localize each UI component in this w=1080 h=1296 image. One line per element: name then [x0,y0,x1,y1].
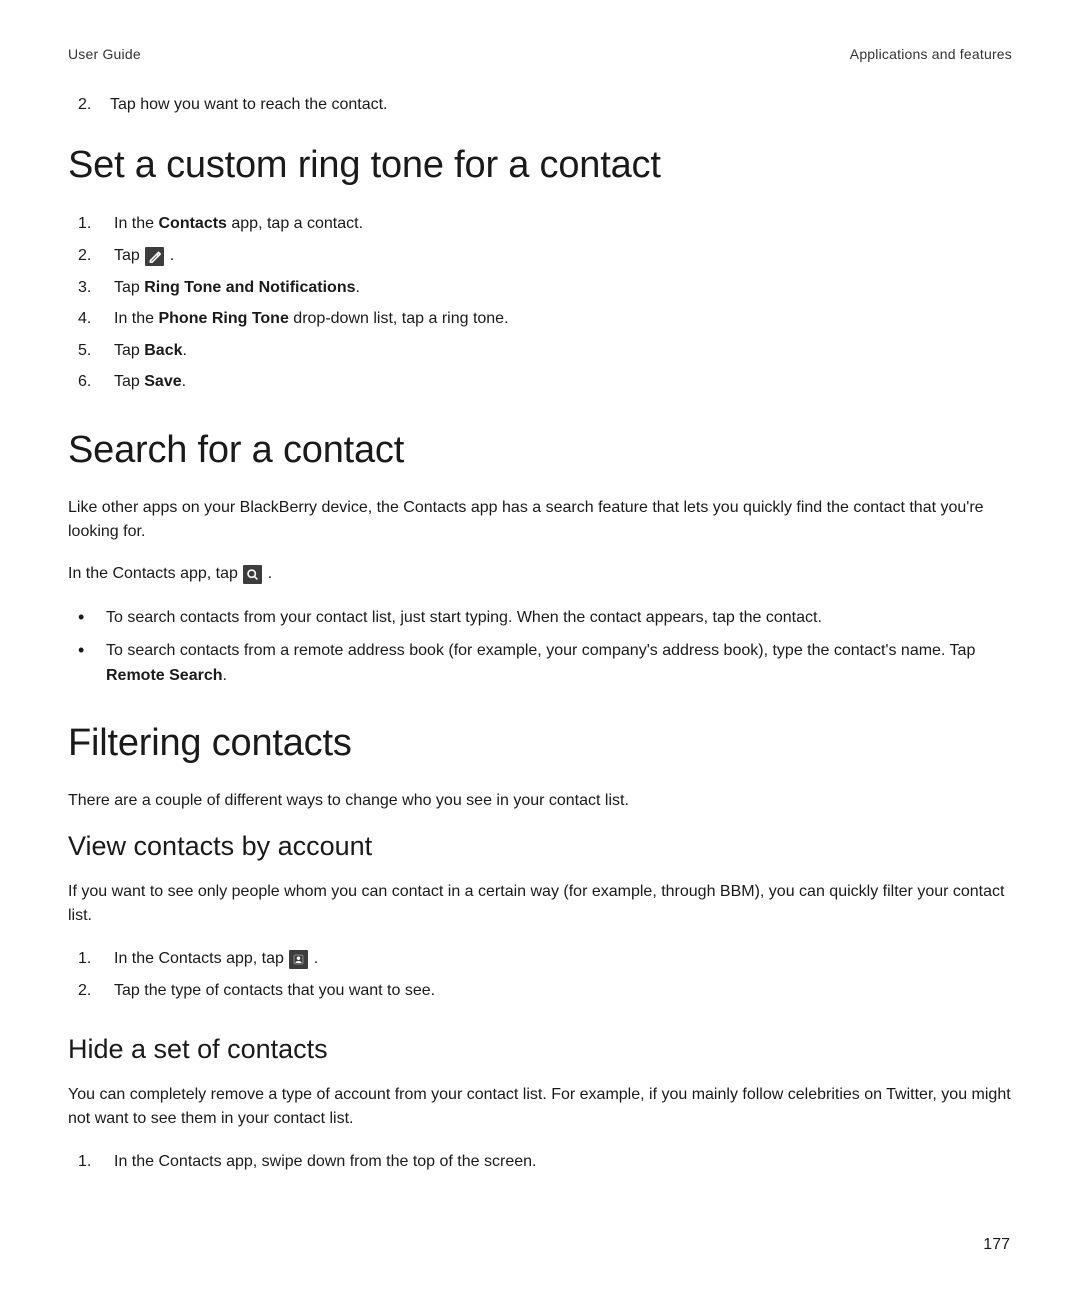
section-title: Filtering contacts [68,722,1012,765]
continued-steps: 2. Tap how you want to reach the contact… [68,94,1012,116]
section-intro: There are a couple of different ways to … [68,789,1012,813]
step-text: Tap Save. [114,369,1012,395]
subsection-intro: If you want to see only people whom you … [68,880,1012,928]
page-header: User Guide Applications and features [68,46,1012,62]
step-number: 1. [78,1149,114,1175]
edit-icon [145,247,164,266]
step-item: 1. In the Contacts app, tap . [78,946,1012,972]
bullet-list: • To search contacts from your contact l… [68,606,1012,688]
steps-list: 1. In the Contacts app, tap a contact. 2… [68,211,1012,395]
step-item: 1. In the Contacts app, swipe down from … [78,1149,1012,1175]
bullet-item: • To search contacts from a remote addre… [78,639,1012,689]
step-number: 2. [78,978,114,1004]
step-item: 4. In the Phone Ring Tone drop-down list… [78,306,1012,332]
step-number: 1. [78,946,114,972]
subsection-view-by-account: View contacts by account If you want to … [68,831,1012,1003]
subsection-title: View contacts by account [68,831,1012,862]
bullet-icon: • [78,639,106,662]
subsection-hide-contacts: Hide a set of contacts You can completel… [68,1034,1012,1175]
contact-icon [289,950,308,969]
step-text: Tap Ring Tone and Notifications. [114,275,1012,301]
subsection-title: Hide a set of contacts [68,1034,1012,1065]
step-number: 5. [78,338,114,364]
page-number: 177 [983,1236,1010,1254]
step-number: 2. [78,243,114,269]
section-intro: Like other apps on your BlackBerry devic… [68,496,1012,544]
header-right: Applications and features [850,46,1012,62]
step-item: 5. Tap Back. [78,338,1012,364]
section-filtering-contacts: Filtering contacts There are a couple of… [68,722,1012,1174]
section-title: Set a custom ring tone for a contact [68,144,1012,187]
search-icon [243,565,262,584]
step-number: 2. [78,94,110,116]
step-number: 3. [78,275,114,301]
step-text: Tap Back. [114,338,1012,364]
instruction-line: In the Contacts app, tap . [68,562,1012,586]
step-item: 2. Tap . [78,243,1012,269]
bullet-icon: • [78,606,106,629]
step-item: 2. Tap the type of contacts that you wan… [78,978,1012,1004]
step-text: In the Contacts app, swipe down from the… [114,1149,1012,1175]
bullet-text: To search contacts from your contact lis… [106,606,1012,631]
step-item: 3. Tap Ring Tone and Notifications. [78,275,1012,301]
step-item: 2. Tap how you want to reach the contact… [78,94,1012,116]
section-custom-ringtone: Set a custom ring tone for a contact 1. … [68,144,1012,395]
section-title: Search for a contact [68,429,1012,472]
step-text: Tap the type of contacts that you want t… [114,978,1012,1004]
step-text: In the Contacts app, tap a contact. [114,211,1012,237]
steps-list: 1. In the Contacts app, swipe down from … [68,1149,1012,1175]
step-text: In the Contacts app, tap . [114,946,1012,972]
step-number: 1. [78,211,114,237]
bullet-text: To search contacts from a remote address… [106,639,1012,689]
step-item: 6. Tap Save. [78,369,1012,395]
section-search-contact: Search for a contact Like other apps on … [68,429,1012,688]
step-item: 1. In the Contacts app, tap a contact. [78,211,1012,237]
steps-list: 1. In the Contacts app, tap . [68,946,1012,1003]
header-left: User Guide [68,46,141,62]
step-text: In the Phone Ring Tone drop-down list, t… [114,306,1012,332]
step-number: 6. [78,369,114,395]
step-text: Tap how you want to reach the contact. [110,94,1012,116]
bullet-item: • To search contacts from your contact l… [78,606,1012,631]
step-number: 4. [78,306,114,332]
step-text: Tap . [114,243,1012,269]
subsection-intro: You can completely remove a type of acco… [68,1083,1012,1131]
